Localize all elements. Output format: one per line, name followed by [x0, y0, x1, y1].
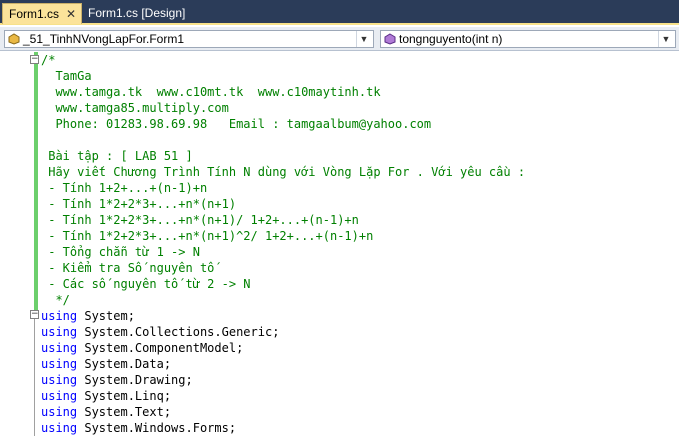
namespace-name: System.Data; [77, 357, 172, 371]
keyword-using: using [41, 325, 78, 339]
type-dropdown-value: _51_TinhNVongLapFor.Form1 [23, 32, 184, 46]
fold-guide [34, 318, 35, 436]
member-dropdown-value: tongnguyento(int n) [399, 32, 503, 46]
code-line: - Tính 1*2+2*3+...+n*(n+1) [41, 197, 237, 211]
tab-label: Form1.cs [Design] [88, 6, 186, 20]
keyword-using: using [41, 309, 78, 323]
namespace-name: System.Text; [77, 405, 172, 419]
navigation-bar: _51_TinhNVongLapFor.Form1 ▼ tongnguyento… [0, 27, 679, 51]
collapse-usings-icon[interactable]: − [30, 310, 39, 319]
tab-form1-cs[interactable]: Form1.cs ✕ [2, 3, 82, 24]
close-icon[interactable]: ✕ [66, 4, 76, 25]
code-line: TamGa [41, 69, 92, 83]
code-line: using System.ComponentModel; [41, 340, 243, 356]
code-line: using System.Data; [41, 356, 171, 372]
code-line: using System.Linq; [41, 388, 171, 404]
code-line: www.tamga.tk www.c10mt.tk www.c10maytinh… [41, 85, 381, 99]
namespace-name: System.Drawing; [77, 373, 193, 387]
namespace-name: System.Linq; [77, 389, 172, 403]
chevron-down-icon[interactable]: ▼ [356, 31, 371, 47]
code-line: using System; [41, 308, 135, 324]
code-line: using System.Collections.Generic; [41, 324, 279, 340]
collapse-comment-icon[interactable]: − [30, 55, 39, 64]
code-line: - Tính 1*2+2*3+...+n*(n+1)^2/ 1+2+...+(n… [41, 229, 374, 243]
keyword-using: using [41, 405, 78, 419]
code-line: using System.Text; [41, 404, 171, 420]
tab-form1-design[interactable]: Form1.cs [Design] [82, 3, 212, 24]
namespace-name: System.Collections.Generic; [77, 325, 280, 339]
code-line: /* [41, 53, 56, 67]
code-line: Phone: 01283.98.69.98 Email : tamgaalbum… [41, 117, 432, 131]
type-dropdown[interactable]: _51_TinhNVongLapFor.Form1 ▼ [4, 30, 374, 48]
code-line: using System.Windows.Forms; [41, 420, 236, 436]
method-icon [384, 33, 396, 45]
keyword-using: using [41, 421, 78, 435]
code-line: Hãy viết Chương Trình Tính N dùng với Vò… [41, 165, 526, 179]
chevron-down-icon[interactable]: ▼ [658, 31, 673, 47]
code-line: - Tính 1*2+2*3+...+n*(n+1)/ 1+2+...+(n-1… [41, 213, 359, 227]
namespace-name: System; [77, 309, 135, 323]
keyword-using: using [41, 373, 78, 387]
keyword-using: using [41, 357, 78, 371]
code-line: Bài tập : [ LAB 51 ] [41, 149, 193, 163]
code-line: - Tổng chẵn từ 1 -> N [41, 245, 200, 259]
keyword-using: using [41, 341, 78, 355]
code-line: - Các số nguyên tố từ 2 -> N [41, 277, 251, 291]
namespace-name: System.ComponentModel; [77, 341, 244, 355]
member-dropdown[interactable]: tongnguyento(int n) ▼ [380, 30, 676, 48]
code-line: - Kiểm tra Số nguyên tố [41, 261, 215, 275]
change-tracking-bar [34, 52, 38, 312]
code-line: using System.Drawing; [41, 372, 193, 388]
namespace-name: System.Windows.Forms; [77, 421, 237, 435]
code-line: */ [41, 293, 70, 307]
class-icon [8, 33, 20, 45]
code-line: - Tính 1+2+...+(n-1)+n [41, 181, 208, 195]
code-editor[interactable]: − − /* TamGa www.tamga.tk www.c10mt.tk w… [0, 52, 679, 443]
document-tab-bar: Form1.cs ✕ Form1.cs [Design] [0, 0, 679, 25]
keyword-using: using [41, 389, 78, 403]
tab-label: Form1.cs [9, 7, 60, 21]
code-line: www.tamga85.multiply.com [41, 101, 229, 115]
